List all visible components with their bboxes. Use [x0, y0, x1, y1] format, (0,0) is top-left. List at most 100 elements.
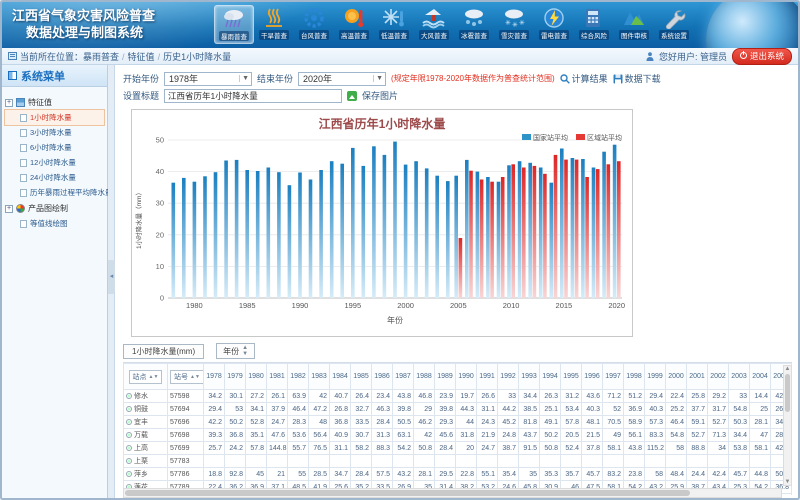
station-name-cell[interactable]: 修水	[124, 390, 168, 403]
radio-icon[interactable]	[126, 471, 132, 477]
table-scroll-region[interactable]: 站点 ▲▼站号 ▲▼197819791980198119821983198419…	[123, 362, 792, 495]
sidebar-item[interactable]: 等值线绘图	[5, 216, 104, 231]
station-name-cell[interactable]: 铜鼓	[124, 403, 168, 416]
station-name-cell[interactable]: 上栗	[124, 455, 168, 468]
table-row[interactable]: 上高5769925.724.257.8144.855.776.531.158.2…	[124, 442, 793, 455]
toolbar-item-label: 综合风险	[579, 30, 609, 40]
toolbar-item-rainstorm[interactable]: 暴雨普查	[214, 5, 254, 44]
table-row[interactable]: 万载5769839.336.835.147.653.656.440.930.73…	[124, 429, 793, 442]
svg-text:2015: 2015	[556, 301, 573, 310]
breadcrumb-link[interactable]: 历史1小时降水量	[163, 52, 231, 62]
svg-text:50: 50	[156, 136, 164, 145]
value-cell: 32.7	[351, 403, 372, 416]
value-cell: 24.4	[687, 468, 708, 481]
sidebar-item[interactable]: 1小时降水量	[5, 110, 104, 125]
collapse-arrow-icon[interactable]: ◂	[108, 260, 115, 294]
station-id-column-header[interactable]: 站号 ▲▼	[168, 364, 204, 390]
radio-icon[interactable]	[126, 432, 132, 438]
station-name-cell[interactable]: 上高	[124, 442, 168, 455]
radio-icon[interactable]	[126, 393, 132, 399]
vertical-scrollbar[interactable]: ▲ ▼	[783, 365, 792, 486]
table-row[interactable]: 修水5759834.230.127.226.163.94240.726.423.…	[124, 390, 793, 403]
radio-icon[interactable]	[126, 406, 132, 412]
value-cell: 23.8	[624, 468, 645, 481]
sidebar-item[interactable]: 12小时降水量	[5, 155, 104, 170]
value-cell: 55.1	[477, 468, 498, 481]
power-icon	[740, 52, 747, 59]
value-cell: 29.2	[708, 390, 729, 403]
logout-button[interactable]: 退出系统	[732, 48, 792, 65]
scroll-up-icon[interactable]: ▲	[784, 366, 791, 372]
sidebar-title-label: 系统菜单	[21, 68, 65, 84]
end-year-select[interactable]: 2020年 ▼	[298, 72, 386, 86]
table-row[interactable]: 上栗57783	[124, 455, 793, 468]
sidebar-section-label: 产品图绘制	[28, 203, 68, 214]
scroll-down-icon[interactable]: ▼	[784, 479, 791, 485]
value-cell: 18.8	[204, 468, 225, 481]
calc-result-button[interactable]: 计算结果	[560, 72, 608, 85]
sidebar: 系统菜单 +特征值 1小时降水量3小时降水量6小时降水量12小时降水量24小时降水…	[2, 65, 108, 498]
table-row[interactable]: 萍乡5778618.892.845215528.534.728.457.543.…	[124, 468, 793, 481]
value-cell: 144.8	[267, 442, 288, 455]
sidebar-item[interactable]: 3小时降水量	[5, 125, 104, 140]
value-cell: 34.1	[246, 403, 267, 416]
vertical-scrollbar-thumb[interactable]	[785, 374, 790, 412]
value-cell: 21.5	[582, 429, 603, 442]
station-name-cell[interactable]: 萍乡	[124, 468, 168, 481]
toolbar-item-typhoon[interactable]: 台风普查	[294, 5, 334, 44]
sidebar-section[interactable]: + 产品图绘制	[5, 203, 104, 214]
value-cell	[204, 455, 225, 468]
toolbar-item-snow[interactable]: ✳✳✳雪灾普查	[494, 5, 534, 44]
value-cell: 40.7	[330, 390, 351, 403]
radio-icon[interactable]	[126, 419, 132, 425]
data-download-button[interactable]: 数据下载	[613, 72, 661, 85]
horizontal-scrollbar-thumb[interactable]	[125, 490, 690, 496]
toolbar-item-gale[interactable]: 大风普查	[414, 5, 454, 44]
toolbar-item-low-temp[interactable]: 低温普查	[374, 5, 414, 44]
toolbar-item-high-temp[interactable]: 高温普查	[334, 5, 374, 44]
value-cell	[708, 455, 729, 468]
sidebar-section[interactable]: +特征值	[5, 97, 104, 108]
radio-icon[interactable]	[126, 458, 132, 464]
chart-title-input[interactable]	[164, 89, 342, 103]
value-cell: 57.5	[372, 468, 393, 481]
sidebar-item[interactable]: 24小时降水量	[5, 170, 104, 185]
radio-icon[interactable]	[126, 445, 132, 451]
sidebar-item-label: 等值线绘图	[30, 218, 68, 229]
page-icon	[20, 144, 27, 152]
station-name-cell[interactable]: 万载	[124, 429, 168, 442]
value-cell: 23.4	[372, 390, 393, 403]
value-cell: 33	[729, 390, 750, 403]
value-cell	[624, 455, 645, 468]
sidebar-splitter[interactable]: ◂	[108, 65, 115, 498]
horizontal-scrollbar[interactable]	[123, 488, 782, 498]
station-column-header[interactable]: 站点 ▲▼	[124, 364, 168, 390]
value-cell: 28.5	[309, 468, 330, 481]
save-image-button[interactable]: 保存图片	[362, 89, 398, 102]
toolbar-item-lightning[interactable]: 雷电普查	[534, 5, 574, 44]
year-sort-label: 年份	[223, 346, 239, 357]
station-name-cell[interactable]: 宜丰	[124, 416, 168, 429]
year-sort-control[interactable]: 年份 ▲▼	[216, 343, 255, 359]
drought-icon	[261, 7, 287, 29]
start-year-select[interactable]: 1978年 ▼	[164, 72, 252, 86]
toolbar-item-drought[interactable]: 干旱普查	[254, 5, 294, 44]
sidebar-item[interactable]: 6小时降水量	[5, 140, 104, 155]
toolbar-item-risk-calculator[interactable]: 综合风险	[574, 5, 614, 44]
table-row[interactable]: 铜鼓5769429.45334.137.946.447.226.832.746.…	[124, 403, 793, 416]
value-cell: 38.7	[498, 442, 519, 455]
breadcrumb-link[interactable]: 特征值	[128, 52, 155, 62]
toolbar-item-map-review[interactable]: 图件审核	[614, 5, 654, 44]
table-row[interactable]: 宜丰5769642.250.252.824.728.34836.833.528.…	[124, 416, 793, 429]
value-cell: 49	[603, 429, 624, 442]
breadcrumb-link[interactable]: 暴雨普查	[83, 52, 119, 62]
sidebar-item[interactable]: 历年暴雨过程平均降水量	[5, 185, 104, 200]
value-cell	[246, 455, 267, 468]
value-cell: 29.4	[204, 403, 225, 416]
value-cell: 63.9	[288, 390, 309, 403]
tree-toggle-icon[interactable]: +	[5, 99, 13, 107]
tree-toggle-icon[interactable]: +	[5, 205, 13, 213]
value-cell: 35.4	[498, 468, 519, 481]
toolbar-item-hail[interactable]: 冰雹普查	[454, 5, 494, 44]
toolbar-item-settings[interactable]: 系统设置	[654, 5, 694, 44]
